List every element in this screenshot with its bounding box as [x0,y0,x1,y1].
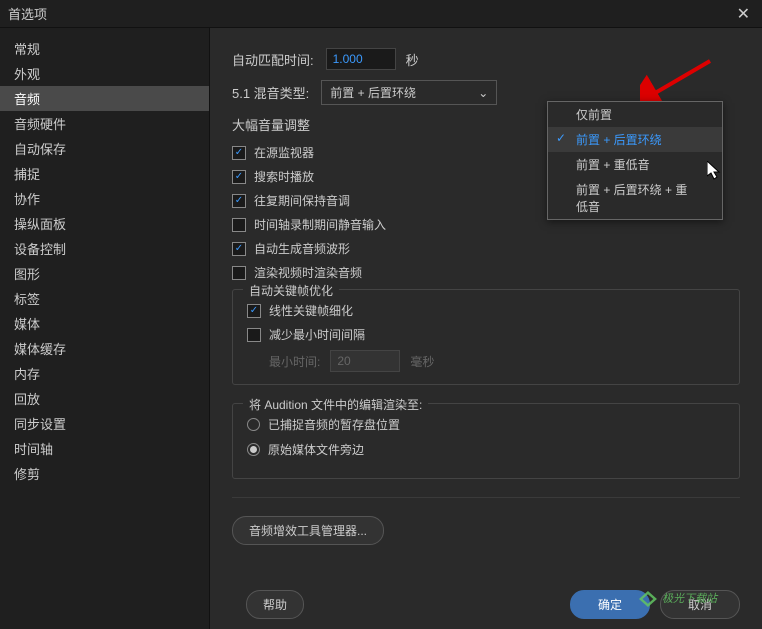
auto-match-unit: 秒 [406,50,419,69]
chevron-down-icon: ⌄ [478,86,488,100]
titlebar: 首选项 ✕ [0,0,762,28]
watermark-logo-icon [639,591,657,607]
check-mute-input-label: 时间轴录制期间静音输入 [254,216,386,233]
check-reduce-interval[interactable] [247,328,261,342]
sidebar-item-labels[interactable]: 标签 [0,286,209,311]
sidebar-item-media[interactable]: 媒体 [0,311,209,336]
mix-type-dropdown[interactable]: 前置 + 后置环绕 ⌄ [321,80,497,105]
sidebar-item-device-control[interactable]: 设备控制 [0,236,209,261]
check-render-audio[interactable] [232,266,246,280]
sidebar-item-autosave[interactable]: 自动保存 [0,136,209,161]
separator [232,497,740,498]
keyframe-legend: 自动关键帧优化 [243,282,339,299]
check-source-monitor[interactable] [232,146,246,160]
check-auto-waveform-label: 自动生成音频波形 [254,240,350,257]
sidebar-item-sync[interactable]: 同步设置 [0,411,209,436]
auto-match-input[interactable] [326,48,396,70]
mix-type-menu: 仅前置 前置 + 后置环绕 前置 + 重低音 前置 + 后置环绕 + 重低音 [547,101,723,220]
radio-scratch-disk-label: 已捕捉音频的暂存盘位置 [268,416,400,433]
check-source-monitor-label: 在源监视器 [254,144,314,161]
audition-option-scratch-row: 已捕捉音频的暂存盘位置 [247,416,725,433]
close-icon[interactable]: ✕ [733,4,754,24]
min-time-input [330,350,400,372]
check-mute-input[interactable] [232,218,246,232]
sidebar-item-media-cache[interactable]: 媒体缓存 [0,336,209,361]
mix-option-front-rear-bass[interactable]: 前置 + 后置环绕 + 重低音 [548,177,722,219]
sidebar-item-capture[interactable]: 捕捉 [0,161,209,186]
sidebar-item-audio[interactable]: 音频 [0,86,209,111]
check-maintain-pitch-label: 往复期间保持音调 [254,192,350,209]
radio-original-media[interactable] [247,443,260,456]
watermark-text: 极光下载站 [662,593,717,605]
sidebar-item-general[interactable]: 常规 [0,36,209,61]
window-title: 首选项 [8,4,47,23]
fx-manager-button[interactable]: 音频增效工具管理器... [232,516,384,545]
mix-type-selected: 前置 + 后置环绕 [330,84,416,101]
sidebar-item-trim[interactable]: 修剪 [0,461,209,486]
check-play-on-search[interactable] [232,170,246,184]
sidebar-item-collab[interactable]: 协作 [0,186,209,211]
keyframe-fieldset: 自动关键帧优化 线性关键帧细化 减少最小时间间隔 最小时间: 毫秒 [232,289,740,385]
audition-option-original-row: 原始媒体文件旁边 [247,441,725,458]
mix-type-label: 5.1 混音类型: [232,83,309,102]
check-maintain-pitch[interactable] [232,194,246,208]
sidebar-item-memory[interactable]: 内存 [0,361,209,386]
check-reduce-interval-label: 减少最小时间间隔 [269,326,365,343]
radio-original-media-label: 原始媒体文件旁边 [268,441,364,458]
check-linear-keyframe-label: 线性关键帧细化 [269,302,353,319]
min-time-label: 最小时间: [269,353,320,370]
help-button[interactable]: 帮助 [246,590,304,619]
check-linear-keyframe[interactable] [247,304,261,318]
sidebar-item-control-panel[interactable]: 操纵面板 [0,211,209,236]
check-render-audio-label: 渲染视频时渲染音频 [254,264,362,281]
check-auto-waveform-row: 自动生成音频波形 [232,240,740,257]
audition-legend: 将 Audition 文件中的编辑渲染至: [243,396,428,413]
content-panel: 自动匹配时间: 秒 5.1 混音类型: 前置 + 后置环绕 ⌄ 仅前置 前置 +… [210,28,762,629]
check-auto-waveform[interactable] [232,242,246,256]
check-render-audio-row: 渲染视频时渲染音频 [232,264,740,281]
watermark: 极光下载站 [639,590,717,607]
mix-option-front-only[interactable]: 仅前置 [548,102,722,127]
radio-scratch-disk[interactable] [247,418,260,431]
auto-match-label: 自动匹配时间: [232,50,314,69]
min-time-unit: 毫秒 [410,353,434,370]
auto-match-row: 自动匹配时间: 秒 [232,48,740,70]
sidebar-item-timeline[interactable]: 时间轴 [0,436,209,461]
sidebar-item-playback[interactable]: 回放 [0,386,209,411]
audition-fieldset: 将 Audition 文件中的编辑渲染至: 已捕捉音频的暂存盘位置 原始媒体文件… [232,403,740,479]
mix-option-front-bass[interactable]: 前置 + 重低音 [548,152,722,177]
keyframe-linear-row: 线性关键帧细化 [247,302,725,319]
mix-option-front-rear[interactable]: 前置 + 后置环绕 [548,127,722,152]
help-button-wrap: 帮助 [246,590,304,619]
keyframe-reduce-row: 减少最小时间间隔 [247,326,725,343]
sidebar: 常规 外观 音频 音频硬件 自动保存 捕捉 协作 操纵面板 设备控制 图形 标签… [0,28,210,629]
sidebar-item-graphics[interactable]: 图形 [0,261,209,286]
sidebar-item-audio-hardware[interactable]: 音频硬件 [0,111,209,136]
sidebar-item-appearance[interactable]: 外观 [0,61,209,86]
min-time-row: 最小时间: 毫秒 [269,350,725,372]
check-play-on-search-label: 搜索时播放 [254,168,314,185]
main-area: 常规 外观 音频 音频硬件 自动保存 捕捉 协作 操纵面板 设备控制 图形 标签… [0,28,762,629]
